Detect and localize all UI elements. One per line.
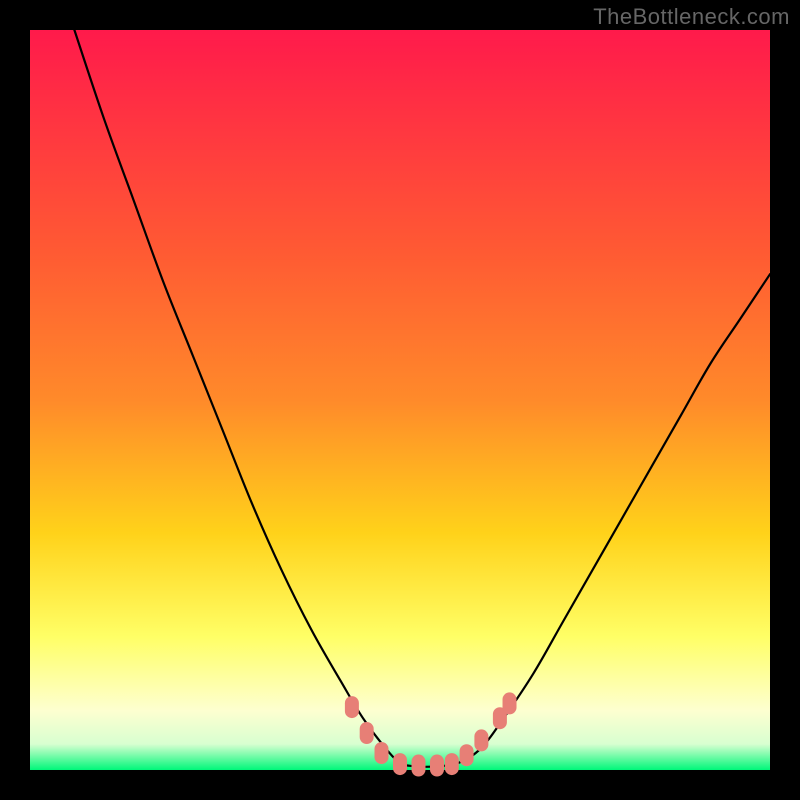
curve-marker (393, 753, 407, 775)
curve-marker (445, 753, 459, 775)
curve-marker (345, 696, 359, 718)
curve-marker (375, 742, 389, 764)
bottleneck-plot (0, 0, 800, 800)
curve-marker (430, 755, 444, 777)
curve-marker (412, 755, 426, 777)
attribution-text: TheBottleneck.com (593, 4, 790, 30)
gradient-background (30, 30, 770, 770)
curve-marker (360, 722, 374, 744)
chart-frame: TheBottleneck.com (0, 0, 800, 800)
curve-marker (474, 729, 488, 751)
curve-marker (460, 744, 474, 766)
curve-marker (503, 692, 517, 714)
